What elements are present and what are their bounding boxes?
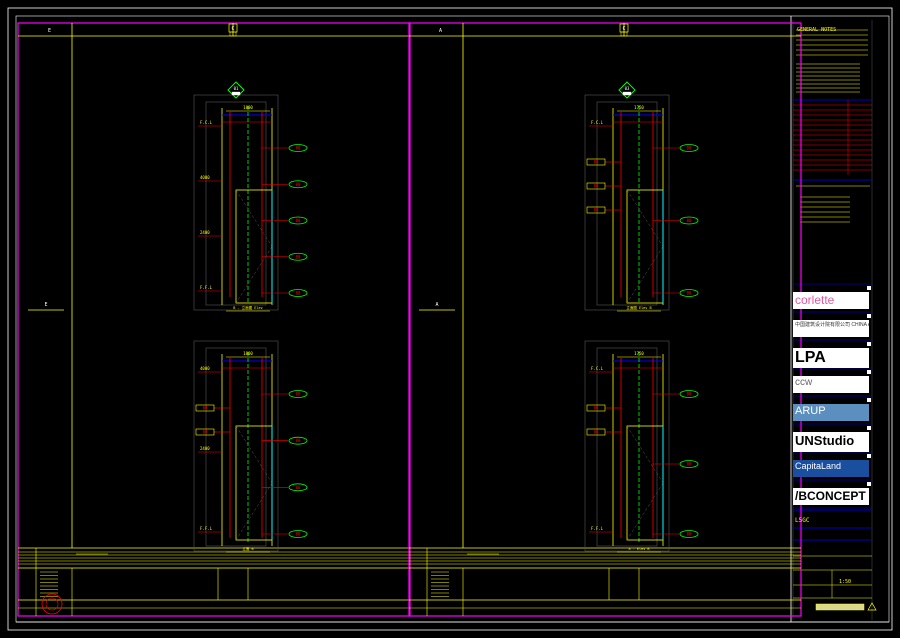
callout-label: 00 — [594, 160, 599, 165]
logo-capitaland: CapitaLand — [793, 460, 869, 477]
logo-checkbox — [867, 342, 871, 346]
callout-label: 00 — [296, 532, 301, 537]
grid-label-mid: A — [435, 302, 438, 308]
elevation-caption: 立面 B — [242, 546, 253, 551]
dim-top-value: 1800 — [243, 105, 253, 110]
logo-text: ccw — [795, 377, 813, 388]
logo-text: corlette — [795, 293, 835, 307]
callout-label: 00 — [296, 182, 301, 187]
project-code: L5GC — [795, 517, 810, 524]
level-label: F.C.L — [591, 366, 604, 371]
level-label: F.F.L — [591, 526, 604, 531]
callout-label: 00 — [594, 430, 599, 435]
callout-label: 00 — [203, 406, 208, 411]
sheet-background — [0, 0, 900, 638]
logo-checkbox — [867, 454, 871, 458]
grid-label-top: C — [622, 26, 625, 32]
level-label: F.F.L — [200, 285, 213, 290]
callout-label: 00 — [296, 254, 301, 259]
grid-label-left: E — [48, 28, 51, 34]
notes-heading: GENERAL NOTES — [797, 27, 837, 33]
logo-checkbox — [867, 426, 871, 430]
title-block: GENERAL NOTES L5GC 1:50 corlette 中国建筑设计院有… — [791, 20, 873, 620]
level-label: 2400 — [200, 230, 210, 235]
logo-bconcept: /BCONCEPT — [793, 488, 869, 505]
logo-text: UNStudio — [795, 433, 855, 448]
dim-top-value: 1750 — [634, 351, 644, 356]
level-label: F.F.L — [200, 526, 213, 531]
cad-drawing-sheet: E C E 1800 01 F.C.L 4000 2400 F.F.L 00 00 00 00 00 B -… — [0, 0, 900, 638]
logo-corlette: corlette — [793, 292, 869, 309]
callout-label: 00 — [687, 392, 692, 397]
callout-label: 00 — [687, 218, 692, 223]
grid-label-left: A — [439, 28, 442, 34]
grid-label-mid: E — [44, 302, 47, 308]
scale-text: 1:50 — [839, 579, 852, 585]
section-tag-label: 01 — [234, 86, 239, 91]
callout-label: 00 — [687, 532, 692, 537]
grid-label-top: C — [231, 26, 234, 32]
callout-label: 00 — [296, 485, 301, 490]
logo-lpa: LPA — [793, 348, 869, 368]
logo-unstudio: UNStudio — [793, 432, 869, 452]
logo-cn-design: 中国建筑设计院有限公司 CHINA ARCH DESIGN — [793, 320, 869, 337]
logo-ccw: ccw — [793, 376, 869, 393]
callout-label: 00 — [687, 291, 692, 296]
level-label: F.C.L — [591, 120, 604, 125]
callout-label: 00 — [296, 146, 301, 151]
level-label: F.C.L — [200, 120, 213, 125]
callout-label: 00 — [594, 208, 599, 213]
section-tag-box — [622, 91, 632, 96]
callout-label: 00 — [594, 184, 599, 189]
logo-text: 中国建筑设计院有限公司 CHINA ARCH DESIGN — [795, 322, 869, 328]
callout-label: 00 — [296, 218, 301, 223]
callout-label: 00 — [687, 462, 692, 467]
elevation-caption: 立面图 Elev B — [626, 305, 651, 310]
elevation-caption: B - 立面图 Elev — [233, 305, 262, 310]
logo-text: CapitaLand — [795, 461, 842, 471]
logo-checkbox — [867, 482, 871, 486]
logo-checkbox — [867, 398, 871, 402]
logo-arup: ARUP — [793, 404, 869, 421]
section-tag-label: 03 — [625, 86, 630, 91]
level-label: 4000 — [200, 175, 210, 180]
dim-top-value: 1800 — [243, 351, 253, 356]
logo-checkbox — [867, 370, 871, 374]
callout-label: 00 — [687, 146, 692, 151]
logo-text: /BCONCEPT — [795, 489, 866, 503]
logo-text: ARUP — [795, 405, 826, 417]
logo-checkbox — [867, 314, 871, 318]
callout-label: 00 — [203, 430, 208, 435]
callout-label: 00 — [296, 392, 301, 397]
logo-checkbox — [867, 286, 871, 290]
level-label: 4000 — [200, 366, 210, 371]
level-label: 2400 — [200, 446, 210, 451]
elevation-caption: A - Elev B — [628, 547, 649, 551]
callout-label: 00 — [296, 291, 301, 296]
logo-text: LPA — [795, 349, 826, 366]
callout-label: 00 — [594, 406, 599, 411]
section-tag-box — [231, 91, 241, 96]
dim-top-value: 1750 — [634, 105, 644, 110]
callout-label: 00 — [296, 438, 301, 443]
